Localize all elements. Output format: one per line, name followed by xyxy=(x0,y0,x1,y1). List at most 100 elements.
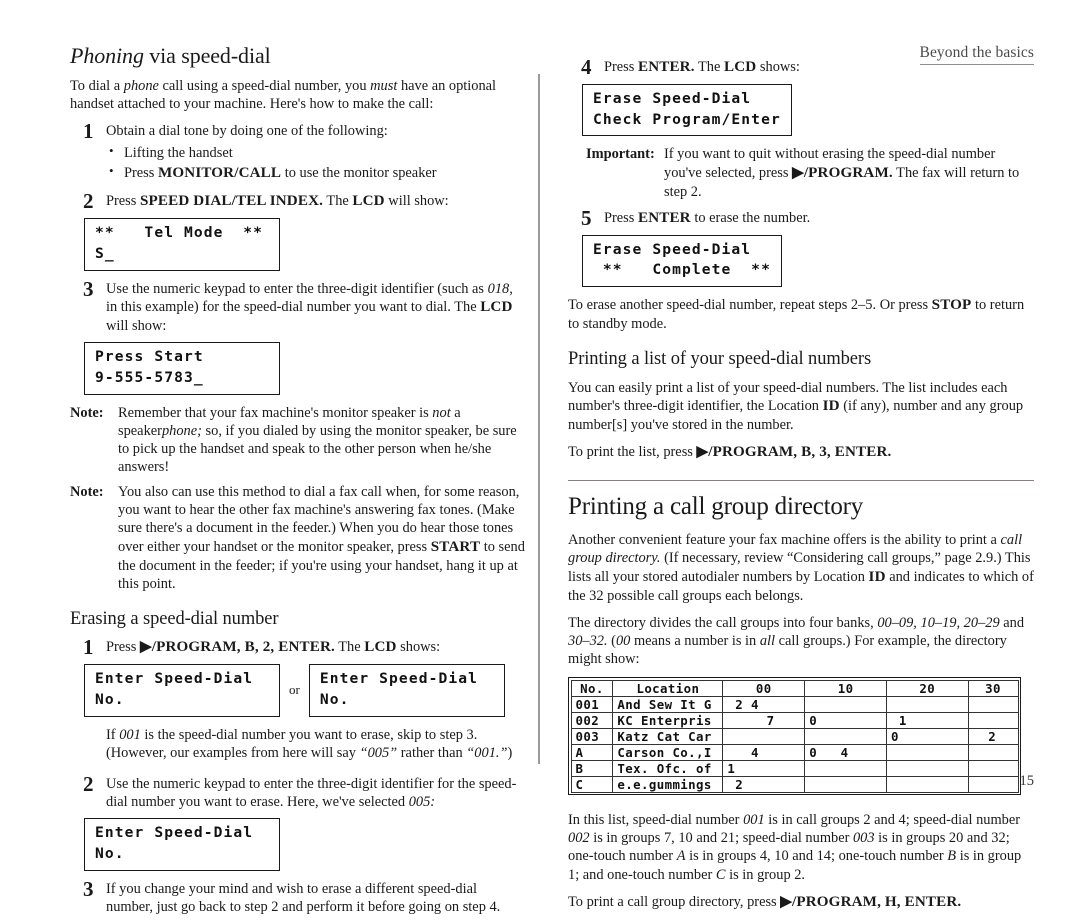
column-divider xyxy=(538,74,540,764)
important-block: Important: If you want to quit without e… xyxy=(586,145,1034,201)
cgd-italic-3032: 30–32. xyxy=(568,632,608,649)
step-4-text: Press ENTER. The LCD shows: xyxy=(604,58,1034,77)
dir-header-no: No. xyxy=(570,679,614,697)
step-4-body: Press ENTER. The LCD shows: xyxy=(604,58,1034,77)
call-group-directory-table: No. Location 00 10 20 30 001 And Sew It … xyxy=(570,679,1019,793)
note-1-label: Note: xyxy=(70,404,104,421)
dir-cell-bank-10: 0 4 xyxy=(804,743,887,761)
key-enter-5: ENTER xyxy=(637,209,691,226)
step-1-text: Obtain a dial tone by doing one of the f… xyxy=(106,123,388,140)
dir-cell-bank-00: 2 4 xyxy=(722,695,806,713)
dir-cell-no: B xyxy=(570,759,614,777)
cgd-p3a: In this list, speed-dial number xyxy=(568,812,744,829)
cgd-p1a: Another convenient feature your fax mach… xyxy=(568,532,1001,549)
term-lcd-4: LCD xyxy=(723,59,757,75)
lcd-press-start-line1: Press Start xyxy=(95,348,204,366)
step-3-text: Use the numeric keypad to enter the thre… xyxy=(106,280,525,335)
dir-header-bank-20: 20 xyxy=(885,679,969,697)
dir-cell-location: Tex. Ofc. of xyxy=(612,759,724,777)
step-2-text: Press SPEED DIAL/TEL INDEX. The LCD will… xyxy=(106,192,525,211)
lcd-esd-a-line2: No. xyxy=(95,690,125,708)
intro-part1: To dial a xyxy=(70,78,124,95)
lcd-box-enter-speed-dial-c: Enter Speed-Dial No. xyxy=(84,818,280,871)
dir-cell-bank-00: 1 xyxy=(722,759,806,777)
erase-step-1-followup-body: If 001 is the speed-dial number you want… xyxy=(106,726,525,762)
section-rule xyxy=(568,479,1034,481)
lcd-esd-b-line2: No. xyxy=(319,690,350,708)
step-3-post2: will show: xyxy=(106,317,167,334)
erase-step-2-number: 2 xyxy=(83,771,94,796)
dir-cell-bank-00: 7 xyxy=(722,711,806,729)
key-program-important: ▶/PROGRAM. xyxy=(792,164,893,181)
fu-italic-001b: “001.” xyxy=(466,744,508,761)
step-5: 5 Press ENTER to erase the number. xyxy=(568,206,1034,230)
term-id-2: ID xyxy=(868,568,886,585)
cgd-italic-B: B xyxy=(947,848,957,865)
cgd-italic-banks: 00–09, 10–19, 20–29 xyxy=(877,614,1000,631)
note-block-1: Note: Remember that your fax machine's m… xyxy=(70,404,525,477)
dir-cell-no: 003 xyxy=(570,727,614,745)
dir-cell-bank-10 xyxy=(804,727,887,745)
erase-step-2-body: Use the numeric keypad to enter the thre… xyxy=(106,775,525,811)
erase-step-1-pre: Press xyxy=(106,639,140,656)
dir-cell-no: 001 xyxy=(570,695,614,713)
term-id-1: ID xyxy=(822,397,840,414)
key-program-h-enter: ▶/PROGRAM, H, ENTER. xyxy=(780,893,962,910)
cgd-p2d: means a number is in xyxy=(630,632,760,649)
cgd-italic-all: all xyxy=(759,632,776,649)
cgd-italic-002: 002 xyxy=(568,830,590,847)
key-monitor-call: MONITOR/CALL xyxy=(157,165,282,182)
dir-cell-bank-20: 1 xyxy=(885,711,969,729)
key-stop: STOP xyxy=(931,297,972,314)
dir-cell-bank-10: 0 xyxy=(804,711,887,729)
dir-cell-location: Katz Cat Car xyxy=(612,727,724,745)
bullet-lifting-handset: Lifting the handset xyxy=(106,142,525,164)
lcd-box-erase-check-wrap: Erase Speed-Dial Check Program/Enter xyxy=(582,84,1034,137)
erase-step-1-followup: If 001 is the speed-dial number you want… xyxy=(70,726,525,762)
step-5-text: Press ENTER to erase the number. xyxy=(604,209,1034,228)
lcd-box-press-start-wrap: Press Start 9-555-5783_ xyxy=(84,342,525,395)
dir-cell-location: e.e.gummings xyxy=(612,775,724,793)
intro-italic-must: must xyxy=(370,78,398,95)
erase-step-3: 3 If you change your mind and wish to er… xyxy=(70,877,525,916)
lcd-esd-c-line1: Enter Speed-Dial xyxy=(95,824,254,842)
dir-header-location: Location xyxy=(612,679,724,697)
fu-pre: If xyxy=(106,726,120,743)
important-label: Important: xyxy=(586,146,655,163)
cgd-italic-00: 00 xyxy=(615,632,631,649)
dir-header-bank-10: 10 xyxy=(804,679,887,697)
erase-step-2-text: Use the numeric keypad to enter the thre… xyxy=(106,775,525,811)
dir-cell-bank-20: 0 xyxy=(885,727,969,745)
erase-step-1-body: Press ▶/PROGRAM, B, 2, ENTER. The LCD sh… xyxy=(106,638,525,657)
dir-cell-bank-00: 4 xyxy=(722,743,806,761)
erase-again-paragraph: To erase another speed-dial number, repe… xyxy=(568,296,1034,333)
dir-cell-bank-20 xyxy=(885,775,969,793)
bullet-2-post: to use the monitor speaker xyxy=(281,165,437,182)
table-row: 001 And Sew It G 2 4 xyxy=(570,695,1019,713)
dir-cell-bank-30 xyxy=(967,711,1019,729)
lcd-box-enter-speed-dial-a: Enter Speed-Dial No. xyxy=(84,664,280,717)
step-4-post2: shows: xyxy=(756,59,800,75)
erase-step-2: 2 Use the numeric keypad to enter the th… xyxy=(70,771,525,811)
term-lcd: LCD xyxy=(352,193,385,210)
print-list-paragraph-1: You can easily print a list of your spee… xyxy=(568,379,1034,434)
intro-part2: call using a speed-dial number, you xyxy=(158,78,371,95)
step-2-pre: Press xyxy=(106,193,140,210)
cgd-p3e: is in groups 4, 10 and 14; one-touch num… xyxy=(685,848,948,865)
dir-cell-bank-10 xyxy=(804,759,887,777)
step-4-post: The xyxy=(694,59,724,75)
dir-cell-no: 002 xyxy=(570,711,614,729)
bullet-1-text: Lifting the handset xyxy=(124,144,233,161)
bullet-monitor-call: Press MONITOR/CALL to use the monitor sp… xyxy=(106,162,525,185)
fu-italic-005: “005” xyxy=(359,744,398,761)
key-program-b-3-enter: ▶/PROGRAM, B, 3, ENTER. xyxy=(696,443,892,460)
directory-outer-frame: No. Location 00 10 20 30 001 And Sew It … xyxy=(568,677,1021,796)
lcd-or-separator: or xyxy=(289,682,300,698)
dir-cell-location: KC Enterpris xyxy=(612,711,724,729)
step-3-italic-018: 018 xyxy=(487,280,510,297)
cgd-paragraph-2: The directory divides the call groups in… xyxy=(568,614,1034,668)
step-2-post: The xyxy=(323,193,353,210)
section-heading-phoning: Phoning via speed-dial xyxy=(70,43,525,68)
lcd-erase-complete-line1: Erase Speed-Dial xyxy=(593,240,752,258)
intro-paragraph: To dial a phone call using a speed-dial … xyxy=(70,77,525,113)
